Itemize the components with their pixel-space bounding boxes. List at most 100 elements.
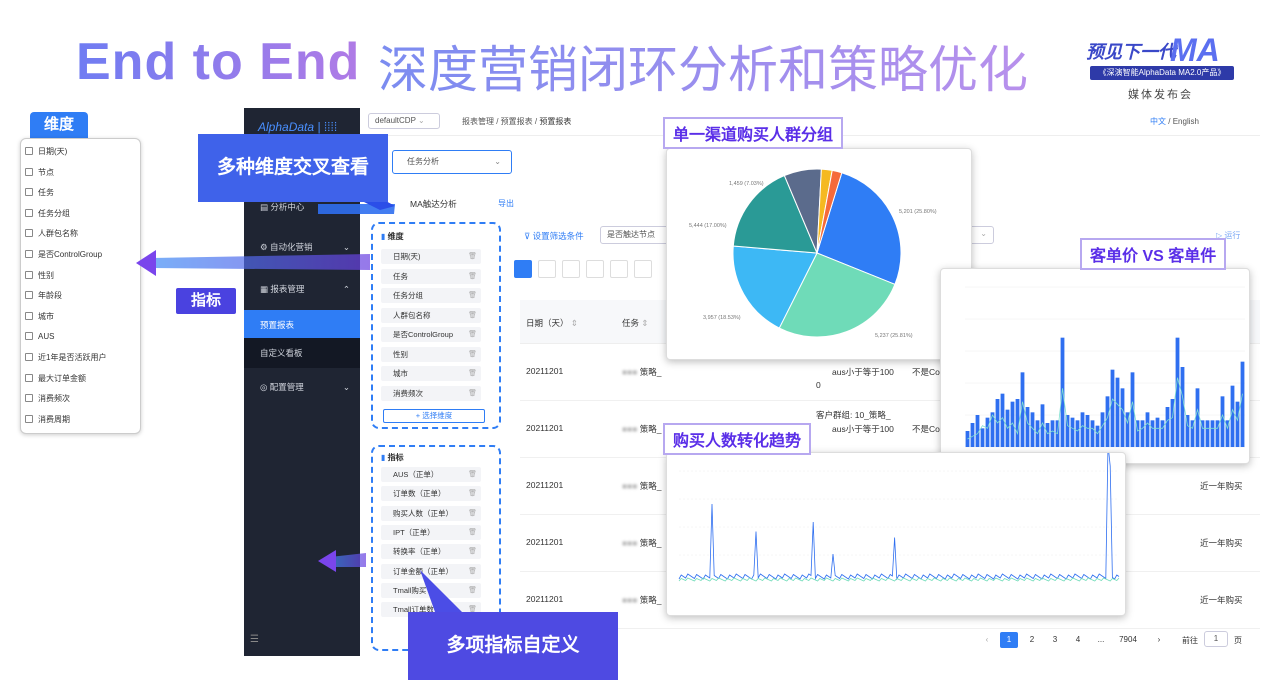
trash-icon[interactable]: 🗑	[468, 544, 477, 559]
dim-option[interactable]: 性别	[25, 269, 54, 283]
dim-option[interactable]: 任务	[25, 186, 54, 200]
bar[interactable]	[980, 428, 985, 447]
dimension-pill[interactable]: 消费频次 🗑	[381, 385, 481, 401]
bar[interactable]	[1175, 337, 1180, 447]
language-switch[interactable]: 中文 / English	[1150, 116, 1199, 127]
sidebar-item-custom[interactable]: 自定义看板	[244, 338, 360, 368]
trash-icon[interactable]: 🗑	[468, 467, 477, 482]
sidebar-item-reports[interactable]: ▦ 报表管理 ⌃	[244, 274, 360, 304]
bar[interactable]	[1140, 420, 1145, 447]
trash-icon[interactable]: 🗑	[468, 366, 477, 381]
metric-pill[interactable]: 购买人数（正单） 🗑	[381, 505, 481, 521]
checkbox-icon[interactable]	[25, 353, 33, 361]
bar[interactable]	[1090, 420, 1095, 447]
breadcrumb-item[interactable]: 报表管理	[462, 117, 494, 126]
page-button[interactable]: 2	[1023, 632, 1041, 648]
next-page-button[interactable]: ›	[1150, 632, 1168, 648]
filter-button[interactable]: ⊽ 设置筛选条件	[524, 230, 584, 242]
col-header-task[interactable]: 任务 ⇕	[622, 317, 649, 329]
export-link[interactable]: 导出	[498, 198, 514, 209]
checkbox-icon[interactable]	[25, 311, 33, 320]
dim-option[interactable]: 是否ControlGroup	[25, 248, 102, 262]
lang-cn[interactable]: 中文	[1150, 117, 1166, 126]
bar[interactable]	[1160, 420, 1165, 447]
trash-icon[interactable]: 🗑	[468, 583, 477, 598]
bar[interactable]	[1210, 420, 1215, 447]
bar[interactable]	[1110, 369, 1115, 447]
menu-icon[interactable]: ☰	[250, 634, 259, 645]
col-header-date[interactable]: 日期（天） ⇕	[526, 317, 578, 329]
add-dimension-button[interactable]: + 选择维度	[383, 409, 485, 423]
bar[interactable]	[1095, 425, 1100, 447]
checkbox-icon[interactable]	[25, 373, 33, 382]
page-button[interactable]: 3	[1046, 632, 1064, 648]
task-select[interactable]: 任务分析 ⌄	[392, 150, 512, 174]
bar[interactable]	[1045, 423, 1050, 447]
bar[interactable]	[1150, 420, 1155, 447]
checkbox-icon[interactable]	[25, 394, 33, 403]
column-chart-icon[interactable]	[586, 260, 604, 278]
bar[interactable]	[1065, 415, 1070, 447]
bar[interactable]	[1195, 388, 1200, 447]
checkbox-icon[interactable]	[25, 147, 33, 155]
dim-option[interactable]: AUS	[25, 330, 54, 344]
checkbox-icon[interactable]	[25, 291, 33, 300]
line-chart-icon[interactable]	[538, 260, 556, 278]
bar[interactable]	[1080, 412, 1085, 447]
dim-option[interactable]: 日期(天)	[25, 145, 67, 159]
metric-pill[interactable]: Tmall购买 🗑	[381, 582, 481, 598]
bar[interactable]	[1230, 385, 1235, 447]
bar[interactable]	[1050, 420, 1055, 447]
dim-option[interactable]: 消费频次	[25, 392, 70, 406]
table-icon[interactable]	[514, 260, 532, 278]
trash-icon[interactable]: 🗑	[468, 386, 477, 401]
checkbox-icon[interactable]	[25, 188, 33, 197]
bar[interactable]	[1220, 396, 1225, 447]
bar[interactable]	[985, 417, 990, 447]
dimension-pill[interactable]: 人群包名称 🗑	[381, 307, 481, 323]
page-button[interactable]: ...	[1092, 632, 1110, 648]
trash-icon[interactable]: 🗑	[468, 506, 477, 521]
ring-chart-icon[interactable]	[634, 260, 652, 278]
bar[interactable]	[1145, 412, 1150, 447]
trash-icon[interactable]: 🗑	[468, 564, 477, 579]
trash-icon[interactable]: 🗑	[468, 249, 477, 264]
cdp-select[interactable]: defaultCDP ⌄	[368, 113, 440, 129]
bar[interactable]	[1180, 367, 1185, 447]
dim-option[interactable]: 年龄段	[25, 289, 62, 303]
dimension-pill[interactable]: 任务 🗑	[381, 268, 481, 284]
checkbox-icon[interactable]	[25, 208, 33, 217]
dim-option[interactable]: 最大订单金额	[25, 372, 86, 386]
bar[interactable]	[1085, 415, 1090, 447]
sidebar-item-preset[interactable]: 预置报表	[244, 310, 360, 340]
breadcrumb-item[interactable]: 预置报表	[501, 117, 533, 126]
bar[interactable]	[1155, 417, 1160, 447]
dimension-pill[interactable]: 性别 🗑	[381, 346, 481, 362]
checkbox-icon[interactable]	[25, 167, 33, 176]
goto-input[interactable]: 1	[1204, 631, 1228, 647]
bar[interactable]	[970, 423, 975, 447]
metric-pill[interactable]: 订单金额（正单） 🗑	[381, 563, 481, 579]
bar[interactable]	[1075, 420, 1080, 447]
checkbox-icon[interactable]	[25, 250, 33, 258]
dimension-pill[interactable]: 日期(天) 🗑	[381, 249, 481, 264]
trash-icon[interactable]: 🗑	[468, 486, 477, 501]
metric-pill[interactable]: AUS（正单） 🗑	[381, 467, 481, 482]
bar[interactable]	[1120, 388, 1125, 447]
bar[interactable]	[1060, 337, 1065, 447]
dim-option[interactable]: 节点	[25, 166, 54, 180]
metric-pill[interactable]: 转换率（正单） 🗑	[381, 544, 481, 560]
bar[interactable]	[1240, 361, 1245, 447]
dim-option[interactable]: 任务分组	[25, 207, 70, 221]
dimension-pill[interactable]: 是否ControlGroup 🗑	[381, 327, 481, 342]
pie-chart-icon[interactable]	[610, 260, 628, 278]
bar[interactable]	[1100, 412, 1105, 447]
bar[interactable]	[1205, 420, 1210, 447]
checkbox-icon[interactable]	[25, 229, 33, 238]
metric-pill[interactable]: 订单数（正单） 🗑	[381, 486, 481, 502]
checkbox-icon[interactable]	[25, 270, 33, 279]
bar[interactable]	[1115, 377, 1120, 447]
trash-icon[interactable]: 🗑	[468, 288, 477, 303]
trash-icon[interactable]: 🗑	[468, 525, 477, 540]
trash-icon[interactable]: 🗑	[468, 308, 477, 323]
